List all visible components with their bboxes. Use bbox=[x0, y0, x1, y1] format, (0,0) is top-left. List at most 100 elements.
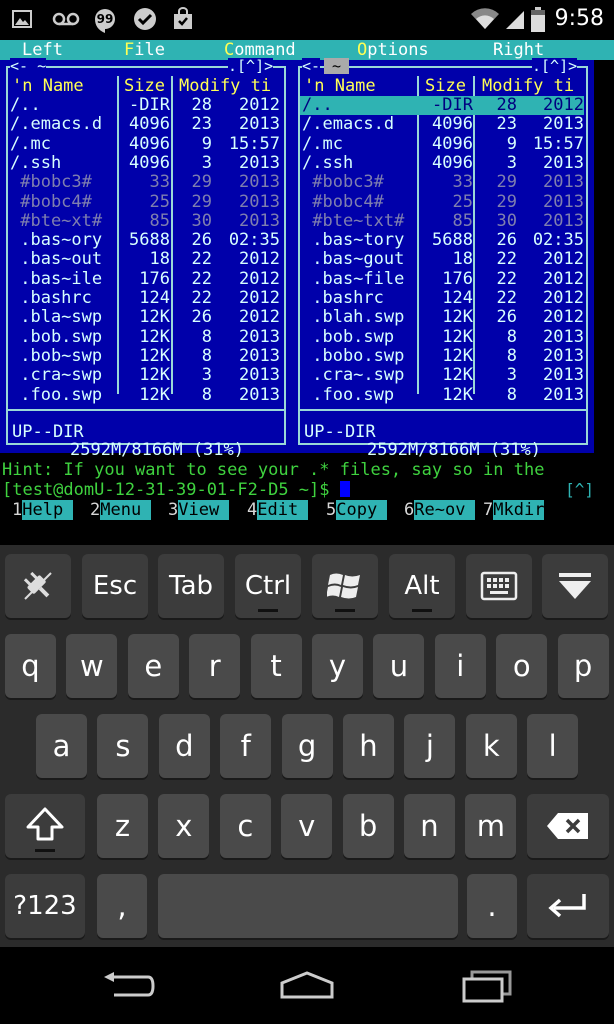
key-hide-keyboard[interactable] bbox=[542, 554, 608, 618]
key-v[interactable]: v bbox=[281, 794, 333, 858]
key-s[interactable]: s bbox=[97, 714, 149, 778]
key-fn-toggle[interactable] bbox=[5, 554, 71, 618]
menu-file[interactable]: File bbox=[124, 40, 165, 60]
fkey-reov[interactable]: 6Re~ov bbox=[404, 500, 476, 520]
file-row[interactable]: .bob.swp 12K 8 2013 bbox=[300, 327, 584, 347]
panel-top-right[interactable]: .[^]> bbox=[532, 58, 578, 74]
key-enter[interactable] bbox=[527, 874, 609, 938]
file-row[interactable]: .bas~tory 5688 26 02:35 bbox=[300, 230, 584, 250]
terminal-screen[interactable]: Left File Command Options Right <- ~ .[^… bbox=[0, 40, 614, 545]
file-row[interactable]: /.emacs.d 4096 23 2013 bbox=[8, 114, 284, 134]
file-row[interactable]: .bob~swp 12K 8 2013 bbox=[8, 346, 284, 366]
key-f[interactable]: f bbox=[220, 714, 272, 778]
key-a[interactable]: a bbox=[36, 714, 87, 778]
file-row[interactable]: /.emacs.d 4096 23 2013 bbox=[300, 114, 584, 134]
panel-top-left[interactable]: <- ~ bbox=[10, 58, 47, 74]
key-keyboard-switch[interactable] bbox=[466, 554, 532, 618]
file-row[interactable]: #bobc3# 33 29 2013 bbox=[8, 172, 284, 192]
file-row[interactable]: .cra~swp 12K 3 2013 bbox=[8, 365, 284, 385]
file-row[interactable]: #bte~xt# 85 30 2013 bbox=[8, 211, 284, 231]
back-icon[interactable] bbox=[100, 971, 156, 1005]
key-backspace[interactable] bbox=[527, 794, 609, 858]
menu-options[interactable]: Options bbox=[357, 40, 429, 60]
key-esc[interactable]: Esc bbox=[82, 554, 148, 618]
key-space[interactable] bbox=[158, 874, 458, 938]
history-marker[interactable]: [^] bbox=[565, 480, 594, 500]
file-row[interactable]: #bobc4# 25 29 2013 bbox=[300, 192, 584, 212]
key-i[interactable]: i bbox=[434, 634, 486, 698]
key-b[interactable]: b bbox=[342, 794, 394, 858]
panel-top-right[interactable]: .[^]> bbox=[228, 58, 274, 74]
key-comma[interactable]: , bbox=[97, 874, 147, 938]
file-row[interactable]: /.ssh 4096 3 2013 bbox=[8, 153, 284, 173]
file-row[interactable]: .cra~.swp 12K 3 2013 bbox=[300, 365, 584, 385]
fkey-menu[interactable]: 2Menu bbox=[90, 500, 152, 520]
key-windows[interactable] bbox=[312, 554, 378, 618]
column-header-size[interactable]: Size bbox=[425, 76, 466, 96]
file-row[interactable]: /.mc 4096 9 15:57 bbox=[8, 134, 284, 154]
file-row[interactable]: /.. -DIR 28 2012 bbox=[8, 95, 284, 115]
key-e[interactable]: e bbox=[127, 634, 179, 698]
file-row[interactable]: .foo.swp 12K 8 2013 bbox=[8, 385, 284, 405]
file-row[interactable]: .bob.swp 12K 8 2013 bbox=[8, 327, 284, 347]
key-g[interactable]: g bbox=[281, 714, 333, 778]
key-p[interactable]: p bbox=[557, 634, 609, 698]
key-t[interactable]: t bbox=[250, 634, 302, 698]
file-row[interactable]: .bas~out 18 22 2012 bbox=[8, 250, 284, 270]
key-alt[interactable]: Alt bbox=[389, 554, 455, 618]
file-row[interactable]: .bashrc 124 22 2012 bbox=[8, 288, 284, 308]
shell-prompt[interactable]: [test@domU-12-31-39-01-F2-D5 ~]$ bbox=[2, 480, 350, 500]
key-o[interactable]: o bbox=[496, 634, 548, 698]
key-n[interactable]: n bbox=[404, 794, 455, 858]
fkey-mkdir[interactable]: 7Mkdir bbox=[483, 500, 545, 520]
column-header-size[interactable]: Size bbox=[124, 76, 165, 96]
file-row[interactable]: /.mc 4096 9 15:57 bbox=[300, 134, 584, 154]
recents-icon[interactable] bbox=[460, 969, 514, 1007]
key-x[interactable]: x bbox=[158, 794, 210, 858]
key-c[interactable]: c bbox=[219, 794, 271, 858]
fkey-view[interactable]: 3View bbox=[168, 500, 230, 520]
column-header-modify[interactable]: Modify ti bbox=[482, 76, 574, 96]
home-icon[interactable] bbox=[278, 969, 336, 1005]
file-row[interactable]: /.ssh 4096 3 2013 bbox=[300, 153, 584, 173]
file-row[interactable]: #bobc4# 25 29 2013 bbox=[8, 192, 284, 212]
key-r[interactable]: r bbox=[189, 634, 241, 698]
key-period[interactable]: . bbox=[467, 874, 517, 938]
panel-top-dir[interactable]: ~ bbox=[324, 58, 350, 74]
fkey-help[interactable]: 1Help bbox=[12, 500, 74, 520]
file-row[interactable]: .bas~ory 5688 26 02:35 bbox=[8, 230, 284, 250]
file-row[interactable]: /.. -DIR 28 2012 bbox=[300, 95, 584, 115]
file-row[interactable]: .bas~gout 18 22 2012 bbox=[300, 250, 584, 270]
key-j[interactable]: j bbox=[404, 714, 456, 778]
file-row[interactable]: .bas~file 176 22 2012 bbox=[300, 269, 584, 289]
key-k[interactable]: k bbox=[465, 714, 517, 778]
file-row[interactable]: #bobc3# 33 29 2013 bbox=[300, 172, 584, 192]
file-row[interactable]: #bte~txt# 85 30 2013 bbox=[300, 211, 584, 231]
left-panel[interactable]: <- ~ .[^]> 'n Name Size Modify ti /.. -DI… bbox=[0, 58, 292, 460]
right-panel[interactable]: <- ~ .[^]> 'n Name Size Modify ti /.. -DI… bbox=[292, 58, 594, 460]
key-q[interactable]: q bbox=[5, 634, 56, 698]
key-shift[interactable] bbox=[5, 794, 85, 858]
file-row[interactable]: .bla~swp 12K 26 2012 bbox=[8, 307, 284, 327]
key-z[interactable]: z bbox=[97, 794, 148, 858]
key-tab[interactable]: Tab bbox=[158, 554, 224, 618]
fkey-edit[interactable]: 4Edit bbox=[247, 500, 309, 520]
key-u[interactable]: u bbox=[373, 634, 425, 698]
column-header-name[interactable]: 'n Name bbox=[12, 76, 84, 96]
file-row[interactable]: .bashrc 124 22 2012 bbox=[300, 288, 584, 308]
key-y[interactable]: y bbox=[312, 634, 363, 698]
file-row[interactable]: .bobo.swp 12K 8 2013 bbox=[300, 346, 584, 366]
key-ctrl[interactable]: Ctrl bbox=[235, 554, 301, 618]
key-symbols[interactable]: ?123 bbox=[5, 874, 85, 938]
key-w[interactable]: w bbox=[66, 634, 118, 698]
panel-top-left[interactable]: <- bbox=[302, 58, 321, 74]
column-header-name[interactable]: 'n Name bbox=[304, 76, 376, 96]
key-m[interactable]: m bbox=[465, 794, 517, 858]
key-l[interactable]: l bbox=[527, 714, 579, 778]
file-row[interactable]: .foo.swp 12K 8 2013 bbox=[300, 385, 584, 405]
key-d[interactable]: d bbox=[158, 714, 210, 778]
fkey-copy[interactable]: 5Copy bbox=[326, 500, 388, 520]
file-row[interactable]: .bas~ile 176 22 2012 bbox=[8, 269, 284, 289]
key-h[interactable]: h bbox=[343, 714, 394, 778]
file-row[interactable]: .blah.swp 12K 26 2012 bbox=[300, 307, 584, 327]
